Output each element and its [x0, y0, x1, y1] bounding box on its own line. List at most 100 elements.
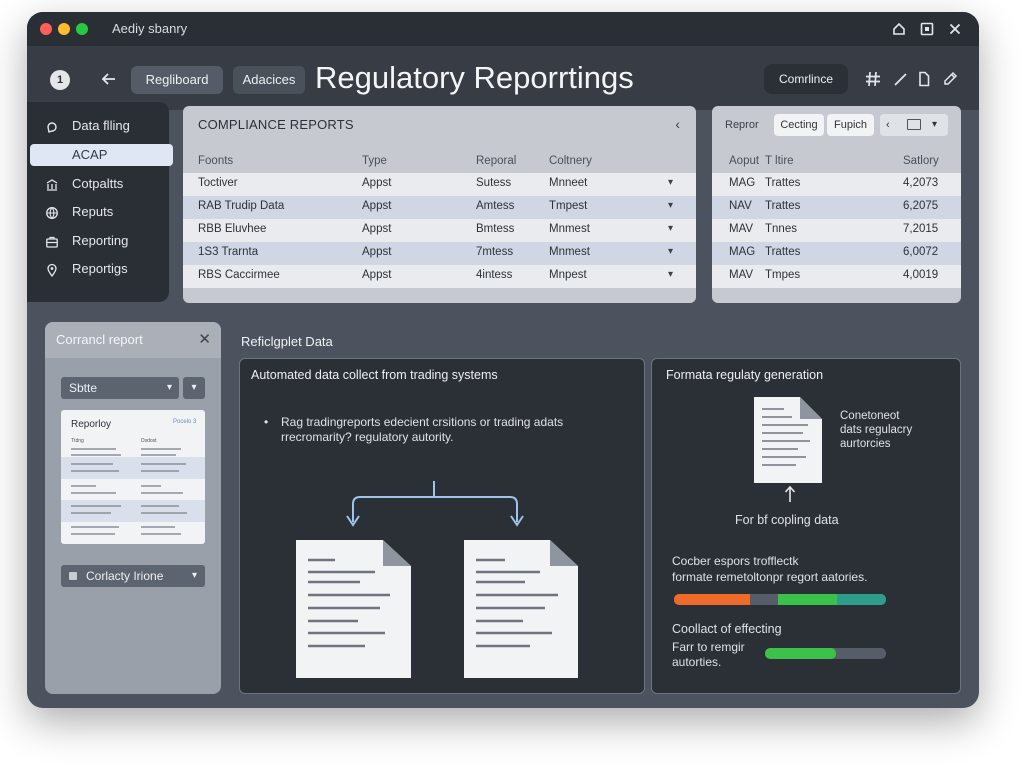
progress-bar — [765, 648, 886, 659]
progress-segment-green — [777, 594, 838, 605]
table-row[interactable]: NAV Trattes 6,2075 — [712, 196, 961, 219]
table-cell: Tnnes — [765, 223, 797, 235]
table-cell: 6,2075 — [903, 200, 939, 212]
table-cell: Mnmest — [549, 223, 590, 235]
close-window-button[interactable] — [40, 23, 52, 35]
back-arrow-icon[interactable] — [99, 69, 119, 89]
hash-icon[interactable] — [864, 70, 882, 88]
window-icon[interactable] — [919, 21, 935, 37]
close-icon[interactable] — [947, 21, 963, 37]
table-cell: Bmtess — [476, 223, 515, 235]
sidebar-item-reputs[interactable]: Reputs — [45, 201, 169, 223]
chevron-down-icon[interactable]: ▾ — [932, 114, 937, 136]
column-header[interactable]: Coltnery — [549, 155, 592, 167]
chevron-down-icon[interactable]: ▾ — [668, 246, 673, 257]
column-header[interactable]: Reporal — [476, 155, 516, 167]
app-header: 1 Regliboard Adacices Regulatory Reporrt… — [27, 46, 979, 110]
sidebar-item-label: Reporting — [72, 233, 129, 248]
progress-label: Coollact of effecting — [672, 622, 782, 636]
select-value: Sbtte — [69, 381, 98, 395]
collapse-chevron-icon[interactable]: ‹ — [675, 116, 680, 132]
table-cell: 7,2015 — [903, 223, 939, 235]
chevron-down-icon[interactable]: ▾ — [183, 377, 205, 399]
table-cell: Mnmest — [549, 246, 590, 258]
current-report-panel: Corrancl report ✕ Sbtte ▾ ▾ Reporloy Poc… — [45, 322, 221, 694]
table-header: Aoput T ltire Satlory — [712, 151, 961, 173]
right-table-panel: Repror Cecting Fupich ‹ ▾ Aoput T ltire … — [712, 106, 961, 303]
table-row[interactable]: RAB Trudip Data Appst Amtess Tmpest ▾ — [183, 196, 696, 219]
contact-select[interactable]: Corlacty Irione ▾ — [61, 565, 205, 587]
table-cell: Mnpest — [549, 269, 587, 281]
fupich-button[interactable]: Fupich — [827, 114, 874, 136]
table-row[interactable]: MAG Trattes 6,0072 — [712, 242, 961, 265]
table-cell: NAV — [729, 200, 752, 212]
table-cell: 1S3 Trarnta — [198, 246, 259, 258]
progress-label: Farr to remgir — [672, 640, 745, 654]
step-indicator[interactable]: 1 — [50, 70, 70, 90]
regliboard-tab[interactable]: Regliboard — [131, 66, 223, 94]
sidebar-item-cotpaltts[interactable]: Cotpaltts — [45, 173, 169, 195]
doc-note: dats regulacry — [840, 424, 913, 436]
up-arrow-icon — [784, 485, 796, 502]
page-title: Regulatory Reporrtings — [315, 60, 634, 95]
status-select[interactable]: Sbtte ▾ — [61, 377, 179, 399]
table-cell: 4intess — [476, 269, 513, 281]
minimize-window-button[interactable] — [58, 23, 70, 35]
column-header[interactable]: Foonts — [198, 155, 233, 167]
chevron-down-icon[interactable]: ▾ — [668, 223, 673, 234]
briefcase-icon — [45, 234, 59, 248]
table-row[interactable]: RBS Caccirmee Appst 4intess Mnpest ▾ — [183, 265, 696, 288]
table-row[interactable]: MAV Tnnes 7,2015 — [712, 219, 961, 242]
chevron-down-icon[interactable]: ▾ — [668, 177, 673, 188]
home-icon[interactable] — [891, 21, 907, 37]
panel-title: COMPLIANCE REPORTS — [198, 117, 354, 132]
card-title: Formata regulaty generation — [666, 368, 824, 382]
sidebar-item-reportigs[interactable]: Reportigs — [45, 258, 169, 280]
sidebar-item-data-filling[interactable]: Data flling — [45, 115, 169, 137]
table-row[interactable]: 1S3 Trarnta Appst 7mtess Mnmest ▾ — [183, 242, 696, 265]
prev-icon[interactable]: ‹ — [886, 114, 890, 136]
maximize-window-button[interactable] — [76, 23, 88, 35]
table-row[interactable]: RBB Eluvhee Appst Bmtess Mnmest ▾ — [183, 219, 696, 242]
panel-title: Corrancl report — [56, 332, 143, 347]
report-preview[interactable]: Reporloy Pocelo 3 Ttdng Dsdost — [61, 410, 205, 544]
table-cell: RBB Eluvhee — [198, 223, 267, 235]
doc-note: Conetoneot — [840, 410, 900, 422]
table-cell: Trattes — [765, 246, 801, 258]
sidebar-item-acap[interactable]: ACAP — [30, 144, 173, 166]
chevron-down-icon: ▾ — [191, 570, 197, 581]
preview-lines — [61, 448, 205, 535]
close-icon[interactable]: ✕ — [198, 330, 211, 348]
table-row[interactable]: MAG Trattes 4,2073 — [712, 173, 961, 196]
adacices-tab[interactable]: Adacices — [233, 66, 305, 94]
progress-bar-segmented — [674, 594, 886, 605]
document-icon[interactable] — [915, 70, 933, 88]
progress-label: autorties. — [672, 655, 722, 669]
view-controls[interactable]: ‹ ▾ — [880, 114, 948, 136]
pencil-icon[interactable] — [892, 70, 910, 88]
table-row[interactable]: MAV Tmpes 4,0019 — [712, 265, 961, 288]
note-line: formate remetoltonpr regort aatories. — [672, 570, 868, 584]
progress-segment-orange — [674, 594, 751, 605]
table-cell: Appst — [362, 223, 392, 235]
note-line: Cocber espors trofflectk — [672, 554, 799, 568]
column-header[interactable]: T ltire — [765, 155, 794, 167]
table-cell: 4,2073 — [903, 177, 939, 189]
table-cell: Appst — [362, 200, 392, 212]
chevron-down-icon[interactable]: ▾ — [668, 200, 673, 211]
sidebar-item-reporting[interactable]: Reporting — [45, 230, 169, 252]
sidebar-item-label: ACAP — [72, 147, 108, 162]
table-row[interactable]: Toctiver Appst Sutess Mnneet ▾ — [183, 173, 696, 196]
compliance-reports-panel: COMPLIANCE REPORTS ‹ Foonts Type Reporal… — [183, 106, 696, 303]
chevron-down-icon[interactable]: ▾ — [668, 269, 673, 280]
cecting-button[interactable]: Cecting — [774, 114, 824, 136]
column-header[interactable]: Aoput — [729, 155, 759, 167]
column-header[interactable]: Type — [362, 155, 387, 167]
edit-icon[interactable] — [941, 70, 959, 88]
compliance-button[interactable]: Comrlince — [764, 64, 848, 94]
select-value: Corlacty Irione — [86, 569, 164, 583]
table-cell: Trattes — [765, 200, 801, 212]
column-header[interactable]: Satlory — [903, 155, 939, 167]
grid-icon[interactable] — [907, 119, 921, 130]
table-cell: Appst — [362, 246, 392, 258]
